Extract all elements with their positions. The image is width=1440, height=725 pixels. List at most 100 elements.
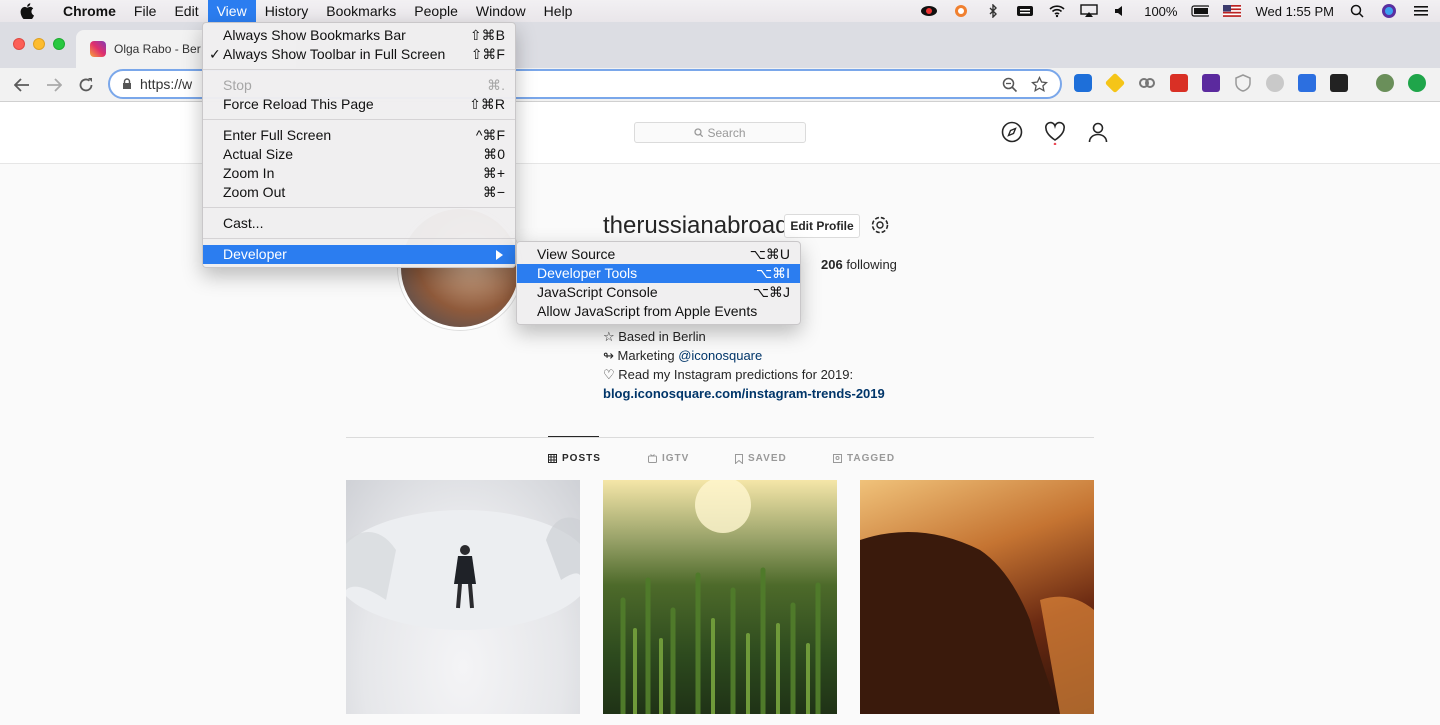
profile-divider bbox=[346, 437, 1094, 438]
status-tray: 100% Wed 1:55 PM bbox=[920, 0, 1430, 22]
keyboard-icon[interactable] bbox=[1016, 4, 1034, 18]
extension-link-icon[interactable] bbox=[1138, 74, 1156, 92]
bluetooth-icon[interactable] bbox=[984, 4, 1002, 18]
view-menu-dropdown: Always Show Bookmarks Bar ⇧⌘B ✓ Always S… bbox=[202, 22, 516, 268]
search-input[interactable]: Search bbox=[634, 122, 806, 143]
tab-tagged[interactable]: TAGGED bbox=[833, 453, 895, 464]
update-icon[interactable] bbox=[1408, 74, 1426, 92]
minimize-window-button[interactable] bbox=[33, 38, 45, 50]
menu-file[interactable]: File bbox=[125, 0, 166, 22]
reload-icon[interactable] bbox=[74, 73, 98, 97]
macos-menu-bar: Chrome File Edit View History Bookmarks … bbox=[0, 0, 1440, 22]
bio-mention-link[interactable]: @iconosquare bbox=[678, 348, 762, 363]
post-cliff-sunset[interactable] bbox=[860, 480, 1094, 714]
tab-saved[interactable]: SAVED bbox=[735, 453, 787, 464]
menu-item-enter-full-screen[interactable]: Enter Full Screen ^⌘F bbox=[203, 126, 515, 145]
menu-item-view-source[interactable]: View Source ⌥⌘U bbox=[517, 245, 800, 264]
zoom-window-button[interactable] bbox=[53, 38, 65, 50]
extension-grey-icon[interactable] bbox=[1266, 74, 1284, 92]
siri-icon[interactable] bbox=[1380, 4, 1398, 18]
battery-icon[interactable] bbox=[1191, 4, 1210, 18]
menu-item-label: Force Reload This Page bbox=[223, 96, 374, 112]
apple-icon[interactable] bbox=[20, 3, 38, 19]
extension-red-icon[interactable] bbox=[1170, 74, 1188, 92]
us-flag-icon[interactable] bbox=[1223, 4, 1242, 18]
edit-profile-button[interactable]: Edit Profile bbox=[784, 214, 860, 238]
extension-blue-square-icon[interactable] bbox=[1298, 74, 1316, 92]
menu-item-label: Always Show Toolbar in Full Screen bbox=[223, 46, 446, 62]
post-sunset-grass[interactable] bbox=[603, 480, 837, 714]
extension-yellow-icon[interactable] bbox=[1104, 72, 1126, 94]
wifi-icon[interactable] bbox=[1048, 4, 1066, 18]
menu-item-javascript-console[interactable]: JavaScript Console ⌥⌘J bbox=[517, 283, 800, 302]
menu-item-label: Actual Size bbox=[223, 146, 294, 162]
menu-item-force-reload[interactable]: Force Reload This Page ⇧⌘R bbox=[203, 95, 515, 114]
menu-bookmarks[interactable]: Bookmarks bbox=[317, 0, 405, 22]
extension-tray-icon[interactable] bbox=[952, 4, 970, 18]
forward-icon[interactable] bbox=[42, 73, 66, 97]
menu-history[interactable]: History bbox=[256, 0, 318, 22]
menu-view[interactable]: View bbox=[207, 0, 256, 22]
menu-people[interactable]: People bbox=[405, 0, 467, 22]
search-placeholder: Search bbox=[707, 125, 746, 140]
instagram-favicon-icon bbox=[90, 41, 106, 57]
bookmark-star-icon[interactable] bbox=[1031, 75, 1048, 96]
tab-title: Olga Rabo - Ber bbox=[114, 42, 201, 56]
extension-purple-icon[interactable] bbox=[1202, 74, 1220, 92]
tab-posts-label: POSTS bbox=[562, 453, 601, 464]
menu-item-developer[interactable]: Developer bbox=[203, 245, 515, 264]
extension-shield-icon[interactable] bbox=[1234, 74, 1252, 92]
close-window-button[interactable] bbox=[13, 38, 25, 50]
menu-item-cast[interactable]: Cast... bbox=[203, 214, 515, 233]
post-image-snow bbox=[346, 510, 580, 630]
bio-website-link[interactable]: blog.iconosquare.com/instagram-trends-20… bbox=[603, 384, 885, 403]
developer-submenu: View Source ⌥⌘U Developer Tools ⌥⌘I Java… bbox=[516, 241, 801, 325]
clock[interactable]: Wed 1:55 PM bbox=[1255, 4, 1334, 19]
zoom-icon[interactable] bbox=[1002, 77, 1018, 96]
back-icon[interactable] bbox=[10, 73, 34, 97]
creative-cloud-icon[interactable] bbox=[920, 4, 938, 18]
activity-heart-icon[interactable] bbox=[1044, 121, 1066, 146]
menu-item-always-show-bookmarks-bar[interactable]: Always Show Bookmarks Bar ⇧⌘B bbox=[203, 26, 515, 45]
following-number: 206 bbox=[821, 257, 843, 272]
menu-item-label: Always Show Bookmarks Bar bbox=[223, 27, 406, 43]
notification-center-icon[interactable] bbox=[1412, 4, 1430, 18]
menu-item-shortcut: ⌘. bbox=[487, 77, 505, 93]
spotlight-search-icon[interactable] bbox=[1348, 4, 1366, 18]
search-icon bbox=[694, 128, 704, 137]
menu-help[interactable]: Help bbox=[535, 0, 582, 22]
bio-line-marketing: ↬ Marketing @iconosquare bbox=[603, 346, 885, 365]
menu-item-allow-javascript-apple-events[interactable]: Allow JavaScript from Apple Events bbox=[517, 302, 800, 321]
post-snow-walk[interactable] bbox=[346, 480, 580, 714]
menu-chrome[interactable]: Chrome bbox=[54, 0, 125, 22]
volume-icon[interactable] bbox=[1112, 4, 1130, 18]
menu-item-zoom-in[interactable]: Zoom In ⌘+ bbox=[203, 164, 515, 183]
bookmark-icon bbox=[735, 453, 743, 464]
tab-igtv[interactable]: IGTV bbox=[648, 453, 689, 464]
extension-blue-icon[interactable] bbox=[1074, 74, 1092, 92]
menu-item-label: Developer bbox=[223, 246, 287, 262]
menu-edit[interactable]: Edit bbox=[165, 0, 207, 22]
submenu-arrow-icon bbox=[496, 250, 503, 260]
settings-gear-icon[interactable] bbox=[869, 214, 891, 236]
extension-dark-icon[interactable] bbox=[1330, 74, 1348, 92]
menu-item-label: Zoom Out bbox=[223, 184, 286, 200]
post-image-cliff bbox=[860, 532, 1094, 714]
menu-item-always-show-toolbar[interactable]: ✓ Always Show Toolbar in Full Screen ⇧⌘F bbox=[203, 45, 515, 64]
menu-item-label: Enter Full Screen bbox=[223, 127, 332, 143]
menu-item-shortcut: ⌘0 bbox=[483, 146, 505, 162]
explore-compass-icon[interactable] bbox=[1001, 121, 1023, 143]
airplay-icon[interactable] bbox=[1080, 4, 1098, 18]
following-count[interactable]: 206 following bbox=[821, 257, 897, 272]
profile-avatar-icon[interactable] bbox=[1376, 74, 1394, 92]
menu-item-shortcut: ⇧⌘R bbox=[469, 96, 505, 112]
tab-tagged-label: TAGGED bbox=[847, 453, 896, 464]
menu-window[interactable]: Window bbox=[467, 0, 535, 22]
menu-item-actual-size[interactable]: Actual Size ⌘0 bbox=[203, 145, 515, 164]
menu-item-developer-tools[interactable]: Developer Tools ⌥⌘I bbox=[517, 264, 800, 283]
tab-posts[interactable]: POSTS bbox=[548, 453, 601, 464]
menu-item-zoom-out[interactable]: Zoom Out ⌘− bbox=[203, 183, 515, 202]
menu-separator bbox=[203, 207, 515, 208]
profile-user-icon[interactable] bbox=[1087, 121, 1109, 143]
menu-separator bbox=[203, 69, 515, 70]
